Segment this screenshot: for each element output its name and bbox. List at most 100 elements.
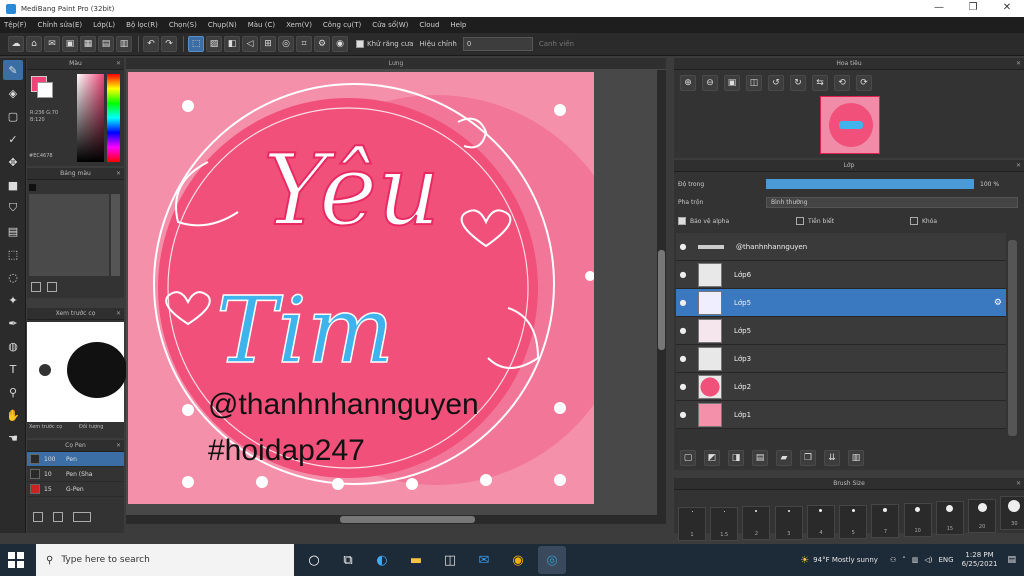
- brush-size-option[interactable]: 1.5: [710, 507, 739, 541]
- duplicate-layer-icon[interactable]: ❐: [800, 450, 816, 466]
- fit-icon[interactable]: ▣: [724, 75, 740, 91]
- target-icon[interactable]: ◉: [332, 36, 348, 52]
- layer-row[interactable]: ● Lớp6: [676, 261, 1006, 289]
- chat-icon[interactable]: ✉: [44, 36, 60, 52]
- add-brush-icon[interactable]: [33, 512, 43, 522]
- menu-tools[interactable]: Công cụ(T): [323, 21, 361, 29]
- delete-palette-icon[interactable]: [47, 282, 57, 292]
- navigator-thumbnail[interactable]: [820, 96, 880, 154]
- language-indicator[interactable]: ENG: [938, 556, 953, 564]
- task-view-icon[interactable]: ⧉: [334, 546, 362, 574]
- image-icon[interactable]: ▣: [62, 36, 78, 52]
- panel-close-icon[interactable]: ✕: [116, 58, 121, 70]
- select-pen-tool-icon[interactable]: ✒: [3, 313, 23, 333]
- maximize-button[interactable]: ❐: [956, 0, 990, 17]
- network-icon[interactable]: ▥: [912, 556, 919, 564]
- opacity-slider[interactable]: [766, 179, 974, 189]
- preview-tab-a[interactable]: Xem trước cọ: [29, 424, 62, 430]
- fill-tool-icon[interactable]: ■: [3, 175, 23, 195]
- pen-row[interactable]: 15 G-Pen: [27, 482, 124, 497]
- chevron-up-icon[interactable]: ˄: [902, 556, 906, 564]
- menu-window[interactable]: Cửa sổ(W): [372, 21, 408, 29]
- brush-size-option[interactable]: 2: [742, 506, 771, 540]
- cloud-icon[interactable]: ☁: [8, 36, 24, 52]
- gear-icon[interactable]: ⚙: [314, 36, 330, 52]
- menu-help[interactable]: Help: [450, 21, 466, 29]
- save-icon[interactable]: ▥: [116, 36, 132, 52]
- medibang-icon[interactable]: ◎: [538, 546, 566, 574]
- artwork-canvas[interactable]: Yêu Tim @thanhnhannguyen #hoidap247: [128, 72, 594, 504]
- layer-row[interactable]: ● @thanhnhannguyen: [676, 233, 1006, 261]
- rotate-left-icon[interactable]: ↺: [768, 75, 784, 91]
- lock-checkbox[interactable]: [910, 217, 918, 225]
- select-tool-icon[interactable]: ⬚: [3, 244, 23, 264]
- grid-icon[interactable]: ▦: [80, 36, 96, 52]
- panel-close-icon[interactable]: ✕: [116, 168, 121, 180]
- layer-row[interactable]: ● Lớp5: [676, 317, 1006, 345]
- snap-label[interactable]: Canh viền: [539, 40, 574, 48]
- move-tool-icon[interactable]: ✥: [3, 152, 23, 172]
- eye-icon[interactable]: ●: [676, 382, 690, 391]
- bucket-tool-icon[interactable]: ⛉: [3, 198, 23, 218]
- brush-size-option[interactable]: 20: [968, 499, 997, 533]
- chrome-icon[interactable]: ◉: [504, 546, 532, 574]
- eye-icon[interactable]: ●: [676, 326, 690, 335]
- palette-scrollbar[interactable]: [111, 194, 120, 276]
- palette-swatch[interactable]: [29, 184, 36, 191]
- store-icon[interactable]: ◫: [436, 546, 464, 574]
- file-explorer-icon[interactable]: ▬: [402, 546, 430, 574]
- panel-close-icon[interactable]: ✕: [1016, 58, 1021, 70]
- brush-size-option[interactable]: 5: [839, 505, 868, 539]
- text-tool-icon[interactable]: T: [3, 359, 23, 379]
- menu-filter[interactable]: Bộ lọc(R): [126, 21, 158, 29]
- brush-size-option[interactable]: 30: [1000, 496, 1024, 530]
- select-eraser-tool-icon[interactable]: ◍: [3, 336, 23, 356]
- merge-layer-icon[interactable]: ⇊: [824, 450, 840, 466]
- flip-icon[interactable]: ⇆: [812, 75, 828, 91]
- menu-select[interactable]: Chọn(S): [169, 21, 197, 29]
- pen-tool-icon[interactable]: ✎: [3, 60, 23, 80]
- brush-size-option[interactable]: 10: [903, 503, 932, 537]
- snap-icon[interactable]: ⌗: [296, 36, 312, 52]
- brush-size-option[interactable]: 3: [774, 506, 803, 540]
- zoom-in-icon[interactable]: ⊕: [680, 75, 696, 91]
- blend-select[interactable]: Bình thường: [766, 197, 1018, 208]
- menu-file[interactable]: Tệp(F): [4, 21, 27, 29]
- new-1bit-layer-icon[interactable]: ▤: [752, 450, 768, 466]
- menu-view[interactable]: Xem(V): [286, 21, 312, 29]
- windows-start-icon[interactable]: [8, 552, 24, 568]
- clipping-checkbox[interactable]: [796, 217, 804, 225]
- canvas-vertical-thumb[interactable]: [658, 250, 665, 350]
- close-button[interactable]: ✕: [990, 0, 1024, 17]
- trash-icon[interactable]: ▥: [848, 450, 864, 466]
- circle-ruler-icon[interactable]: ◎: [278, 36, 294, 52]
- home-icon[interactable]: ⌂: [26, 36, 42, 52]
- page-icon[interactable]: ▤: [98, 36, 114, 52]
- volume-icon[interactable]: ◁): [924, 556, 932, 564]
- check-tool-icon[interactable]: ✓: [3, 129, 23, 149]
- color-sv-picker[interactable]: [77, 74, 104, 162]
- brush-size-option[interactable]: 1: [678, 507, 706, 541]
- secondary-color-swatch[interactable]: [37, 82, 53, 98]
- hand-tool-icon[interactable]: ☚: [3, 428, 23, 448]
- anti-alias-checkbox[interactable]: [356, 40, 364, 48]
- clock[interactable]: 1:28 PM 6/25/2021: [962, 551, 998, 569]
- menu-snap[interactable]: Chụp(N): [208, 21, 237, 29]
- eye-icon[interactable]: ●: [676, 270, 690, 279]
- canvas-tab[interactable]: Lưng: [126, 58, 666, 69]
- magic-wand-tool-icon[interactable]: ✦: [3, 290, 23, 310]
- actual-size-icon[interactable]: ◫: [746, 75, 762, 91]
- eye-icon[interactable]: ●: [676, 410, 690, 419]
- copy-brush-icon[interactable]: [53, 512, 63, 522]
- canvas-horizontal-thumb[interactable]: [340, 516, 475, 523]
- invert-icon[interactable]: ◧: [224, 36, 240, 52]
- layer-row[interactable]: ● Lớp3: [676, 345, 1006, 373]
- layer-scrollbar[interactable]: [1008, 240, 1017, 436]
- eye-icon[interactable]: ●: [676, 354, 690, 363]
- zoom-out-icon[interactable]: ⊖: [702, 75, 718, 91]
- fill-icon[interactable]: ▨: [206, 36, 222, 52]
- select-rect-icon[interactable]: ⬚: [188, 36, 204, 52]
- people-icon[interactable]: ⚇: [890, 556, 896, 564]
- brush-size-option[interactable]: 15: [935, 501, 964, 535]
- menu-color[interactable]: Màu (C): [248, 21, 275, 29]
